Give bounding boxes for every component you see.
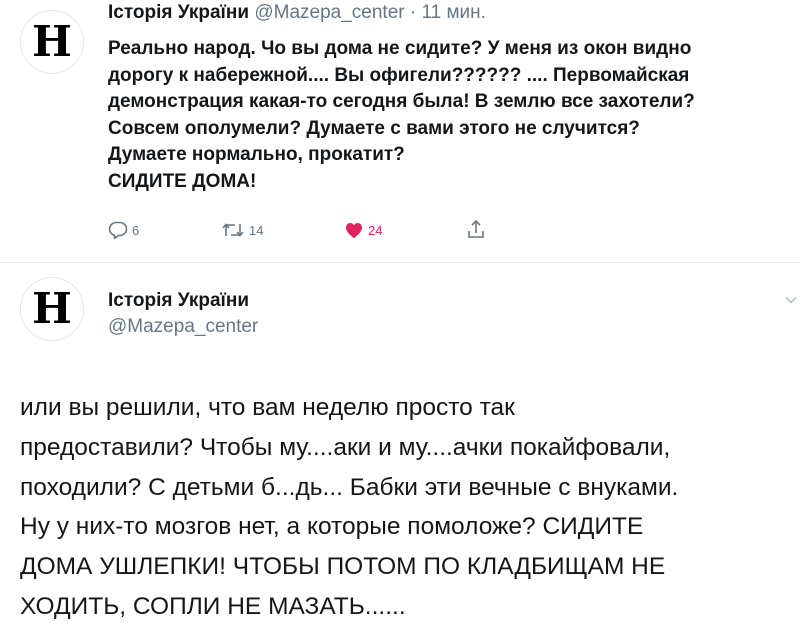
share-button[interactable]	[466, 218, 486, 240]
tweet-text-line: предоставили? Чтобы му....аки и му....ач…	[20, 433, 671, 461]
tweet-text-line: ДОМА УШЛЕПКИ! ЧТОБЫ ПОТОМ ПО КЛАДБИЩАМ Н…	[20, 553, 666, 581]
author-name[interactable]: Історія України	[108, 290, 249, 312]
separator-dot: ·	[409, 2, 417, 23]
retweet-button[interactable]: 14	[221, 221, 263, 239]
tweet-text-line: Ну у них-то мозгов нет, а которые помоло…	[20, 513, 644, 541]
avatar[interactable]: H	[20, 10, 84, 74]
tweet-text-line: походили? С детьми б...дь... Бабки эти в…	[20, 473, 679, 501]
like-count: 24	[368, 222, 383, 238]
reply-button[interactable]: 6	[108, 221, 139, 239]
tweet-divider	[0, 262, 800, 263]
tweet-text-line: дорогу к набережной.... Вы офигели??????…	[108, 64, 690, 86]
reply-count: 6	[132, 222, 140, 238]
chevron-down-icon[interactable]	[785, 296, 797, 304]
tweet-text: Реально народ. Чо вы дома не сидите? У м…	[108, 36, 788, 195]
tweet-text-line: ХОДИТЬ, СОПЛИ НЕ МАЗАТЬ......	[20, 592, 406, 620]
tweet-text-line: СИДИТЕ ДОМА!	[108, 170, 257, 192]
tweet-timestamp[interactable]: 11 мин.	[421, 2, 485, 23]
author-handle[interactable]: @Mazepa_center	[254, 2, 404, 23]
share-icon	[468, 219, 484, 238]
retweet-count: 14	[249, 222, 264, 238]
reply-icon	[108, 221, 128, 239]
tweet-text-line: или вы решили, что вам неделю просто так	[20, 394, 515, 421]
tweet-text: или вы решили, что вам неделю просто так…	[20, 388, 795, 627]
tweet-header: Історія України @Mazepa_center · 11 мин.	[108, 2, 486, 24]
like-button[interactable]: 24	[344, 221, 382, 239]
tweet-text-line: демонстрация какая-то сегодня была! В зе…	[108, 91, 695, 112]
author-name[interactable]: Історія України	[108, 2, 249, 23]
tweet-text-line: Думаете нормально, прокатит?	[108, 144, 405, 165]
heart-icon	[346, 223, 362, 238]
retweet-icon	[222, 223, 244, 237]
avatar-logo-letter: H	[32, 284, 72, 333]
avatar[interactable]: H	[20, 277, 84, 341]
tweet-text-line: Совсем ополумели? Думаете с вами этого н…	[108, 117, 640, 139]
author-handle[interactable]: @Mazepa_center	[108, 316, 258, 338]
tweet-text-line: Реально народ. Чо вы дома не сидите? У м…	[108, 38, 692, 59]
tweet-actions: 6 14 24	[108, 218, 508, 242]
avatar-logo-letter: H	[32, 17, 72, 66]
